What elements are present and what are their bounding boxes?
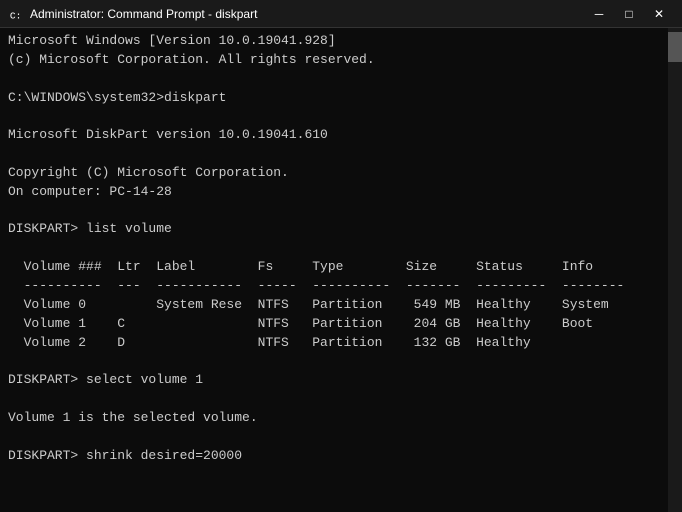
console-line [8,352,674,371]
console-line [8,202,674,221]
maximize-button[interactable]: □ [614,0,644,28]
console-line [8,145,674,164]
scrollbar-thumb[interactable] [668,32,682,62]
console-line: ---------- --- ----------- ----- -------… [8,277,674,296]
scrollbar[interactable] [668,28,682,512]
console-line: On computer: PC-14-28 [8,183,674,202]
console-line: DISKPART> select volume 1 [8,371,674,390]
console-line [8,484,674,503]
console-line: (c) Microsoft Corporation. All rights re… [8,51,674,70]
console-line: C:\WINDOWS\system32>diskpart [8,89,674,108]
window-controls: ─ □ ✕ [584,0,674,28]
cmd-icon: C: [8,6,24,22]
console-line [8,428,674,447]
console-line: Volume ### Ltr Label Fs Type Size Status… [8,258,674,277]
console-line: DISKPART> shrink desired=20000 [8,447,674,466]
console-line [8,107,674,126]
titlebar-left: C: Administrator: Command Prompt - diskp… [8,6,257,22]
minimize-button[interactable]: ─ [584,0,614,28]
console-line: Microsoft Windows [Version 10.0.19041.92… [8,32,674,51]
console-line [8,465,674,484]
console-line [8,503,674,512]
console-line: Copyright (C) Microsoft Corporation. [8,164,674,183]
console-line: Volume 2 D NTFS Partition 132 GB Healthy [8,334,674,353]
console-line: Volume 0 System Rese NTFS Partition 549 … [8,296,674,315]
close-button[interactable]: ✕ [644,0,674,28]
console-line: Volume 1 C NTFS Partition 204 GB Healthy… [8,315,674,334]
command-prompt-window: C: Administrator: Command Prompt - diskp… [0,0,682,512]
console-area[interactable]: Microsoft Windows [Version 10.0.19041.92… [0,28,682,512]
console-output: Microsoft Windows [Version 10.0.19041.92… [8,32,674,512]
console-line: Volume 1 is the selected volume. [8,409,674,428]
console-line [8,390,674,409]
console-line [8,239,674,258]
console-line [8,70,674,89]
titlebar: C: Administrator: Command Prompt - diskp… [0,0,682,28]
svg-text:C:: C: [10,10,22,21]
window-title: Administrator: Command Prompt - diskpart [30,7,257,21]
console-line: Microsoft DiskPart version 10.0.19041.61… [8,126,674,145]
console-line: DISKPART> list volume [8,220,674,239]
